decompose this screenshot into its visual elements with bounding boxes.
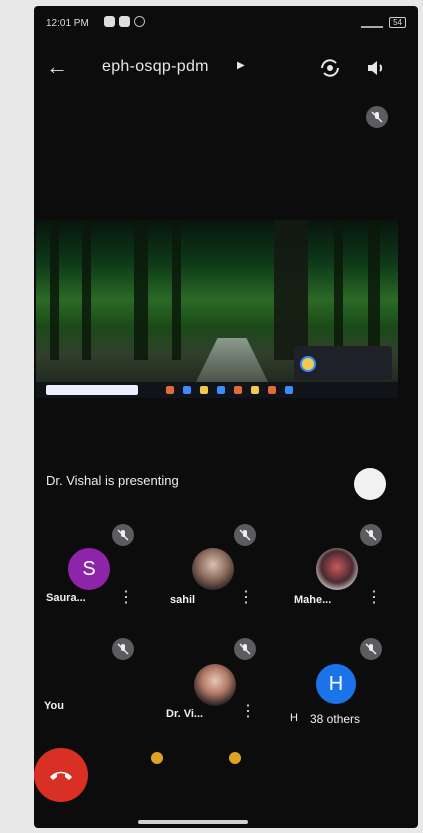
battery-icon: 54	[389, 16, 406, 28]
participant-tile[interactable]: S Saura... ⋮	[42, 520, 162, 616]
signal-icon	[361, 16, 384, 28]
mic-off-icon	[360, 524, 382, 546]
back-arrow-icon[interactable]: ←	[46, 54, 68, 80]
call-header: ← eph-osqp-pdm ▶	[34, 50, 418, 86]
tree-trunk	[334, 220, 343, 360]
others-tile[interactable]: H H 38 others	[288, 634, 408, 730]
avatar	[192, 548, 234, 590]
taskbar-app-icon	[285, 386, 293, 394]
end-call-button[interactable]	[34, 748, 88, 802]
indicator-dot	[151, 752, 163, 764]
participant-tile[interactable]: Dr. Vi... ⋮	[162, 634, 282, 730]
avatar: S	[68, 548, 110, 590]
avatar	[194, 664, 236, 706]
presenting-label: Dr. Vishal is presenting	[46, 473, 179, 488]
chrome-icon	[300, 356, 316, 372]
tree-trunk	[50, 220, 59, 360]
more-options-icon[interactable]: ⋮	[366, 590, 382, 606]
taskbar-app-icon	[268, 386, 276, 394]
taskbar-app-icon	[183, 386, 191, 394]
taskbar-app-icon	[251, 386, 259, 394]
tree-trunk	[134, 220, 148, 360]
more-options-icon[interactable]: ⋮	[118, 590, 134, 606]
switch-camera-icon[interactable]	[318, 56, 342, 80]
participant-tile[interactable]: Mahe... ⋮	[288, 520, 408, 616]
shared-window-popup	[294, 346, 392, 380]
others-count: 38 others	[310, 712, 361, 726]
tree-trunk	[274, 220, 308, 360]
app-notification-icon	[119, 16, 130, 27]
notification-ring-icon	[134, 16, 145, 27]
participant-tile[interactable]: You	[42, 634, 162, 730]
mic-off-icon	[234, 638, 256, 660]
mic-off-icon	[234, 524, 256, 546]
indicator-dot	[229, 752, 241, 764]
whatsapp-icon	[104, 16, 115, 27]
taskbar-app-icon	[200, 386, 208, 394]
shared-search-box	[46, 385, 138, 395]
hang-up-icon	[50, 771, 72, 780]
status-time: 12:01 PM	[46, 18, 89, 29]
meeting-code[interactable]: eph-osqp-pdm	[102, 58, 209, 76]
avatar	[316, 548, 358, 590]
meet-call-screen: 12:01 PM 54 ← eph-osqp-pdm ▶ Dr. Vishal …	[34, 6, 418, 828]
home-indicator[interactable]	[138, 820, 248, 824]
more-options-icon[interactable]: ⋮	[240, 704, 256, 720]
participant-name: Saura...	[46, 592, 86, 604]
participant-tile[interactable]: sahil ⋮	[162, 520, 282, 616]
taskbar-icons	[166, 386, 293, 394]
presenter-avatar	[354, 468, 386, 500]
mic-off-icon	[366, 106, 388, 128]
mic-off-icon	[112, 524, 134, 546]
participant-name: You	[44, 700, 64, 712]
taskbar-app-icon	[166, 386, 174, 394]
screen-share-view[interactable]	[36, 220, 398, 398]
tree-trunk	[82, 220, 91, 360]
system-icons: 54	[361, 16, 406, 28]
avatar: H	[316, 664, 356, 704]
participant-name: H	[290, 712, 298, 724]
more-options-icon[interactable]: ⋮	[238, 590, 254, 606]
forest-road	[196, 338, 268, 382]
participant-name: Dr. Vi...	[166, 708, 204, 720]
taskbar-app-icon	[234, 386, 242, 394]
participant-name: Mahe...	[294, 594, 332, 606]
participant-name: sahil	[170, 594, 196, 606]
tree-trunk	[172, 220, 181, 360]
mic-off-icon	[360, 638, 382, 660]
taskbar-app-icon	[217, 386, 225, 394]
mic-off-icon	[112, 638, 134, 660]
speaker-icon[interactable]	[364, 56, 388, 80]
shared-taskbar	[36, 382, 398, 398]
status-bar: 12:01 PM 54	[46, 16, 406, 32]
caret-right-icon[interactable]: ▶	[237, 60, 245, 71]
notification-icons	[104, 16, 145, 27]
tree-trunk	[368, 220, 380, 360]
